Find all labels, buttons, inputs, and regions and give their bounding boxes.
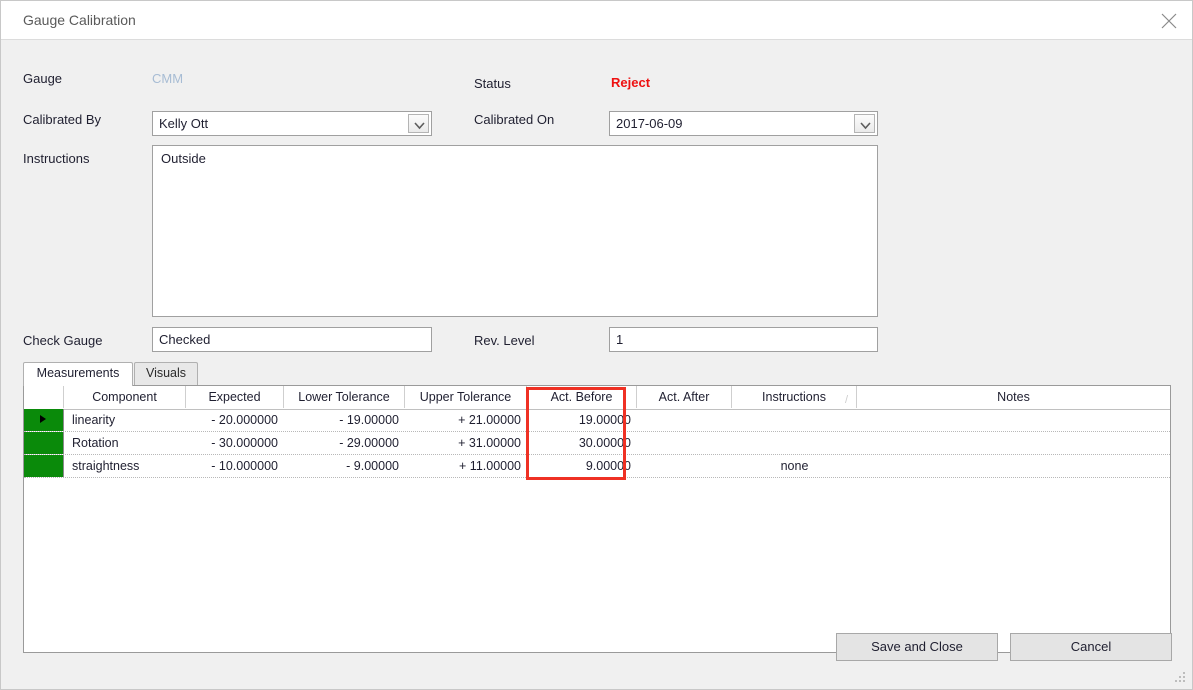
calibrated-by-value: Kelly Ott	[159, 116, 209, 131]
chevron-down-icon	[414, 122, 425, 130]
cell-act-before: 19.00000	[578, 413, 631, 427]
cell-component: straightness	[72, 459, 140, 473]
cell-expected: - 30.000000	[211, 436, 278, 450]
cell-upper-tolerance: + 21.00000	[458, 413, 521, 427]
row-selector[interactable]	[24, 432, 64, 454]
tab-visuals-label: Visuals	[145, 366, 187, 380]
cell-notes	[857, 409, 1170, 431]
tab-measurements-label: Measurements	[36, 366, 120, 380]
window-title: Gauge Calibration	[23, 12, 136, 28]
instructions-label: Instructions	[23, 151, 90, 166]
cell-upper-tolerance: + 11.00000	[459, 459, 521, 473]
cell-component: linearity	[72, 413, 116, 427]
grid-header-lower-tolerance[interactable]: Lower Tolerance	[284, 386, 405, 408]
calibrated-on-label: Calibrated On	[474, 112, 555, 127]
instructions-value: Outside	[161, 151, 206, 166]
grid-header-act-before[interactable]: Act. Before	[527, 386, 637, 408]
calibrated-by-combo[interactable]: Kelly Ott	[152, 111, 432, 136]
grid-header-expected[interactable]: Expected	[186, 386, 284, 408]
gauge-value[interactable]: CMM	[152, 71, 183, 86]
tab-measurements[interactable]: Measurements	[23, 362, 133, 386]
check-gauge-label: Check Gauge	[23, 333, 103, 348]
cell-instructions	[732, 432, 857, 454]
instructions-textarea[interactable]: Outside	[152, 145, 878, 317]
cell-act-before: 30.00000	[578, 436, 631, 450]
grid-header-instructions-label: Instructions	[762, 390, 826, 404]
table-row[interactable]: linearity - 20.000000 - 19.00000 + 21.00…	[24, 409, 1170, 432]
close-button[interactable]	[1146, 1, 1192, 39]
grid-header-upper-tolerance[interactable]: Upper Tolerance	[405, 386, 527, 408]
grid-header-instructions[interactable]: Instructions /	[732, 386, 857, 408]
grid-header-component[interactable]: Component	[64, 386, 186, 408]
row-selector[interactable]	[24, 409, 64, 431]
chevron-down-icon	[860, 122, 871, 130]
cell-expected: - 10.000000	[211, 459, 278, 473]
status-label: Status	[474, 76, 511, 91]
gauge-calibration-dialog: Gauge Calibration Gauge CMM Status Rejec…	[0, 0, 1193, 690]
title-bar: Gauge Calibration	[1, 1, 1192, 40]
grid-header-row: Component Expected Lower Tolerance Upper…	[24, 386, 1170, 410]
table-row[interactable]: Rotation - 30.000000 - 29.00000 + 31.000…	[24, 432, 1170, 455]
calibrated-on-dropdown-button[interactable]	[854, 114, 875, 133]
sort-indicator-icon: /	[844, 394, 848, 406]
cell-act-after	[637, 455, 732, 477]
calibrated-on-combo[interactable]: 2017-06-09	[609, 111, 878, 136]
cell-lower-tolerance: - 9.00000	[346, 459, 399, 473]
cell-upper-tolerance: + 31.00000	[458, 436, 521, 450]
rev-level-value: 1	[616, 332, 624, 347]
rev-level-input[interactable]: 1	[609, 327, 878, 352]
cancel-button[interactable]: Cancel	[1010, 633, 1172, 661]
table-row[interactable]: straightness - 10.000000 - 9.00000 + 11.…	[24, 455, 1170, 478]
tab-strip: Measurements Visuals	[23, 362, 1171, 386]
tab-visuals[interactable]: Visuals	[134, 362, 198, 385]
cell-act-after	[637, 409, 732, 431]
cell-instructions	[732, 409, 857, 431]
cell-act-after	[637, 432, 732, 454]
status-value: Reject	[611, 75, 651, 90]
current-row-indicator-icon	[40, 415, 46, 423]
save-and-close-label: Save and Close	[871, 639, 963, 654]
grid-header-notes[interactable]: Notes	[857, 386, 1170, 408]
cell-notes	[857, 455, 1170, 477]
calibrated-by-dropdown-button[interactable]	[408, 114, 429, 133]
calibrated-by-label: Calibrated By	[23, 112, 102, 127]
resize-grip[interactable]	[1174, 672, 1187, 685]
form-area: Gauge CMM Status Reject Calibrated By Ke…	[1, 40, 1192, 689]
cell-lower-tolerance: - 19.00000	[339, 413, 399, 427]
row-selector[interactable]	[24, 455, 64, 477]
cell-lower-tolerance: - 29.00000	[339, 436, 399, 450]
cell-act-before: 9.00000	[585, 459, 631, 473]
measurements-grid: Component Expected Lower Tolerance Upper…	[23, 385, 1171, 653]
grid-header-act-after[interactable]: Act. After	[637, 386, 732, 408]
save-and-close-button[interactable]: Save and Close	[836, 633, 998, 661]
rev-level-label: Rev. Level	[474, 333, 535, 348]
grid-header-rowselector	[24, 386, 64, 408]
close-icon	[1161, 13, 1177, 29]
check-gauge-value: Checked	[159, 332, 211, 347]
check-gauge-input[interactable]: Checked	[152, 327, 432, 352]
calibrated-on-value: 2017-06-09	[616, 116, 683, 131]
gauge-label: Gauge	[23, 71, 63, 86]
cell-instructions: none	[780, 459, 809, 473]
cancel-label: Cancel	[1070, 639, 1112, 654]
cell-expected: - 20.000000	[211, 413, 278, 427]
cell-notes	[857, 432, 1170, 454]
cell-component: Rotation	[72, 436, 119, 450]
